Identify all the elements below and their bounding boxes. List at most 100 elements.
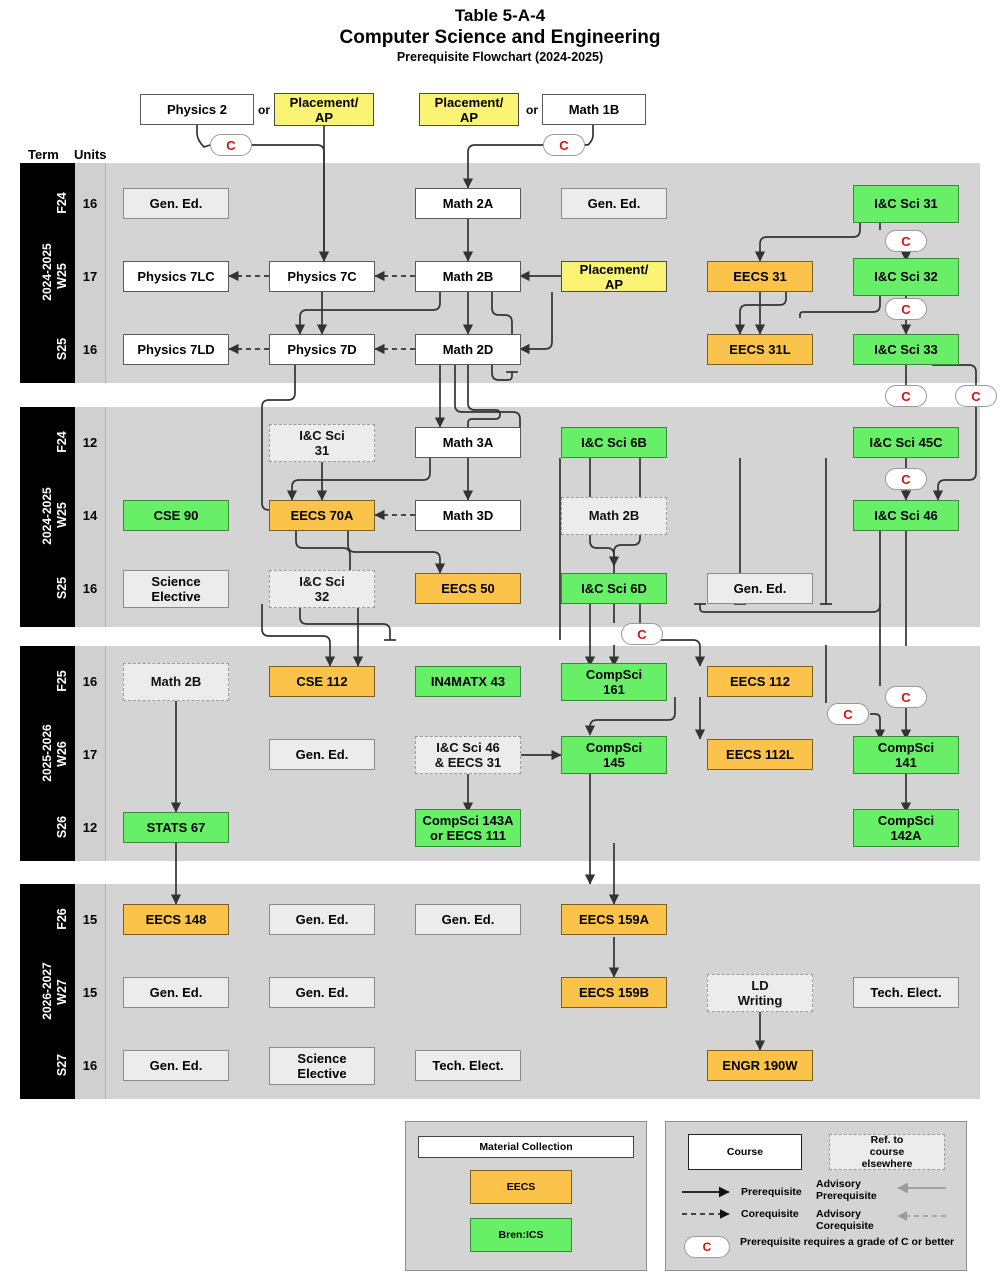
node-compsci-141[interactable]: CompSci 141 [853,735,959,774]
units-value-2025-2026-F25: 16 [82,673,98,689]
node-label-line-1: CompSci [877,739,935,755]
node-gen-ed[interactable]: Gen. Ed. [269,904,375,935]
node-iandc-sci-31[interactable]: I&C Sci 31 [853,184,959,223]
node-math-2b[interactable]: Math 2B [415,261,521,292]
node-gen-ed[interactable]: Gen. Ed. [269,977,375,1008]
node-tech-elect[interactable]: Tech. Elect. [853,977,959,1008]
term-label-w26: W26 [55,740,69,767]
node-math-1b[interactable]: Math 1B [542,94,646,125]
node-physics-7lc[interactable]: Physics 7LC [123,261,229,292]
node-iandc-sci-46-and-eecs-31[interactable]: I&C Sci 46 & EECS 31 [415,735,521,774]
node-math-2a[interactable]: Math 2A [415,188,521,219]
term-label-f24: F24 [55,430,69,453]
node-label-line-1: CompSci 143A [422,812,514,828]
legend-grade-note: Prerequisite requires a grade of C or be… [740,1236,955,1248]
node-label-line-1: I&C Sci [299,573,345,589]
node-cse-112[interactable]: CSE 112 [269,666,375,697]
node-engr-190w[interactable]: ENGR 190W [707,1050,813,1081]
term-label-f25: F25 [55,669,69,692]
flowchart-page: Table 5-A-4 Computer Science and Enginee… [0,0,1000,1274]
grade-c-pill-3: C [885,385,927,407]
connector [584,125,594,146]
node-science-elective[interactable]: Science Elective [123,569,229,608]
node-physics-7d[interactable]: Physics 7D [269,334,375,365]
grade-c-pill-7: C [885,686,927,708]
legend-material-collection-title: Material Collection [418,1136,634,1158]
node-iandc-sci-31[interactable]: I&C Sci 31 [269,423,375,462]
node-eecs-159b[interactable]: EECS 159B [561,977,667,1008]
node-math-3a[interactable]: Math 3A [415,427,521,458]
node-placement-ap-math[interactable]: Placement/ AP [419,93,519,126]
node-placement-ap[interactable]: Placement/AP [561,261,667,292]
legend-grade-c-pill: C [684,1236,730,1258]
node-math-2b[interactable]: Math 2B [561,496,667,535]
term-label-s25: S25 [55,576,69,599]
node-physics-2[interactable]: Physics 2 [140,94,254,125]
node-eecs-31[interactable]: EECS 31 [707,261,813,292]
legend-corequisite-label: Corequisite [741,1208,799,1220]
node-math-2b[interactable]: Math 2B [123,662,229,701]
node-label-line-2: 141 [895,754,917,770]
node-compsci-143a-or-eecs-111[interactable]: CompSci 143A or EECS 111 [415,808,521,847]
node-iandc-sci-33[interactable]: I&C Sci 33 [853,334,959,365]
node-iandc-sci-6d[interactable]: I&C Sci 6D [561,573,667,604]
node-label-line-1: CompSci [585,666,643,682]
grade-c-pill-5: C [885,468,927,490]
node-gen-ed[interactable]: Gen. Ed. [415,904,521,935]
node-label-line-2: Writing [737,992,783,1008]
node-tech-elect[interactable]: Tech. Elect. [415,1050,521,1081]
year-label-4: 2026-2027 [40,961,54,1020]
node-iandc-sci-32[interactable]: I&C Sci 32 [269,569,375,608]
node-eecs-112l[interactable]: EECS 112L [707,739,813,770]
node-eecs-112[interactable]: EECS 112 [707,666,813,697]
node-gen-ed[interactable]: Gen. Ed. [123,1050,229,1081]
term-column-header: Term [28,147,59,162]
node-gen-ed[interactable]: Gen. Ed. [269,739,375,770]
grade-c-pill-4: C [955,385,997,407]
node-iandc-sci-46[interactable]: I&C Sci 46 [853,500,959,531]
node-iandc-sci-6b[interactable]: I&C Sci 6B [561,427,667,458]
node-gen-ed[interactable]: Gen. Ed. [123,188,229,219]
node-science-elective[interactable]: Science Elective [269,1046,375,1085]
node-ld-writing[interactable]: LD Writing [707,973,813,1012]
grade-c-pill-physics2: C [210,134,252,156]
node-label-line-2: 31 [314,442,330,458]
legend-advisory-prerequisite-label: Advisory Prerequisite [816,1178,877,1202]
node-gen-ed[interactable]: Gen. Ed. [707,573,813,604]
node-eecs-70a[interactable]: EECS 70A [269,500,375,531]
node-label-line-1: I&C Sci 46 [436,739,500,755]
units-value-2025-2026-S26: 12 [82,819,98,835]
node-eecs-148[interactable]: EECS 148 [123,904,229,935]
node-iandc-sci-45c[interactable]: I&C Sci 45C [853,427,959,458]
node-in4matx-43[interactable]: IN4MATX 43 [415,666,521,697]
node-physics-7c[interactable]: Physics 7C [269,261,375,292]
node-label-line-2: 142A [890,827,922,843]
node-compsci-161[interactable]: CompSci 161 [561,662,667,701]
node-compsci-145[interactable]: CompSci 145 [561,735,667,774]
node-math-2d[interactable]: Math 2D [415,334,521,365]
node-physics-7ld[interactable]: Physics 7LD [123,334,229,365]
title-line-3: Prerequisite Flowchart (2024-2025) [396,50,604,64]
node-gen-ed[interactable]: Gen. Ed. [123,977,229,1008]
node-eecs-50[interactable]: EECS 50 [415,573,521,604]
node-eecs-159a[interactable]: EECS 159A [561,904,667,935]
node-label-line-2: 145 [603,754,625,770]
title-line-1: Table 5-A-4 [454,6,546,25]
term-label-s27: S27 [55,1053,69,1076]
node-label-line-1: CompSci [585,739,643,755]
node-placement-ap-physics[interactable]: Placement/ AP [274,93,374,126]
units-value-2025-2026-W26: 17 [82,746,98,762]
node-gen-ed[interactable]: Gen. Ed. [561,188,667,219]
node-math-3d[interactable]: Math 3D [415,500,521,531]
node-stats-67[interactable]: STATS 67 [123,812,229,843]
node-eecs-31l[interactable]: EECS 31L [707,334,813,365]
node-label-line-2: Elective [297,1065,347,1081]
node-compsci-142a[interactable]: CompSci 142A [853,808,959,847]
units-value-2024-2025-W25: 17 [82,268,98,284]
term-label-f24: F24 [55,191,69,214]
units-value-2026-2027-S27: 16 [82,1057,98,1073]
node-cse-90[interactable]: CSE 90 [123,500,229,531]
term-label-s26: S26 [55,815,69,838]
units-value-2026-2027-F26: 15 [82,911,98,927]
node-iandc-sci-32[interactable]: I&C Sci 32 [853,257,959,296]
